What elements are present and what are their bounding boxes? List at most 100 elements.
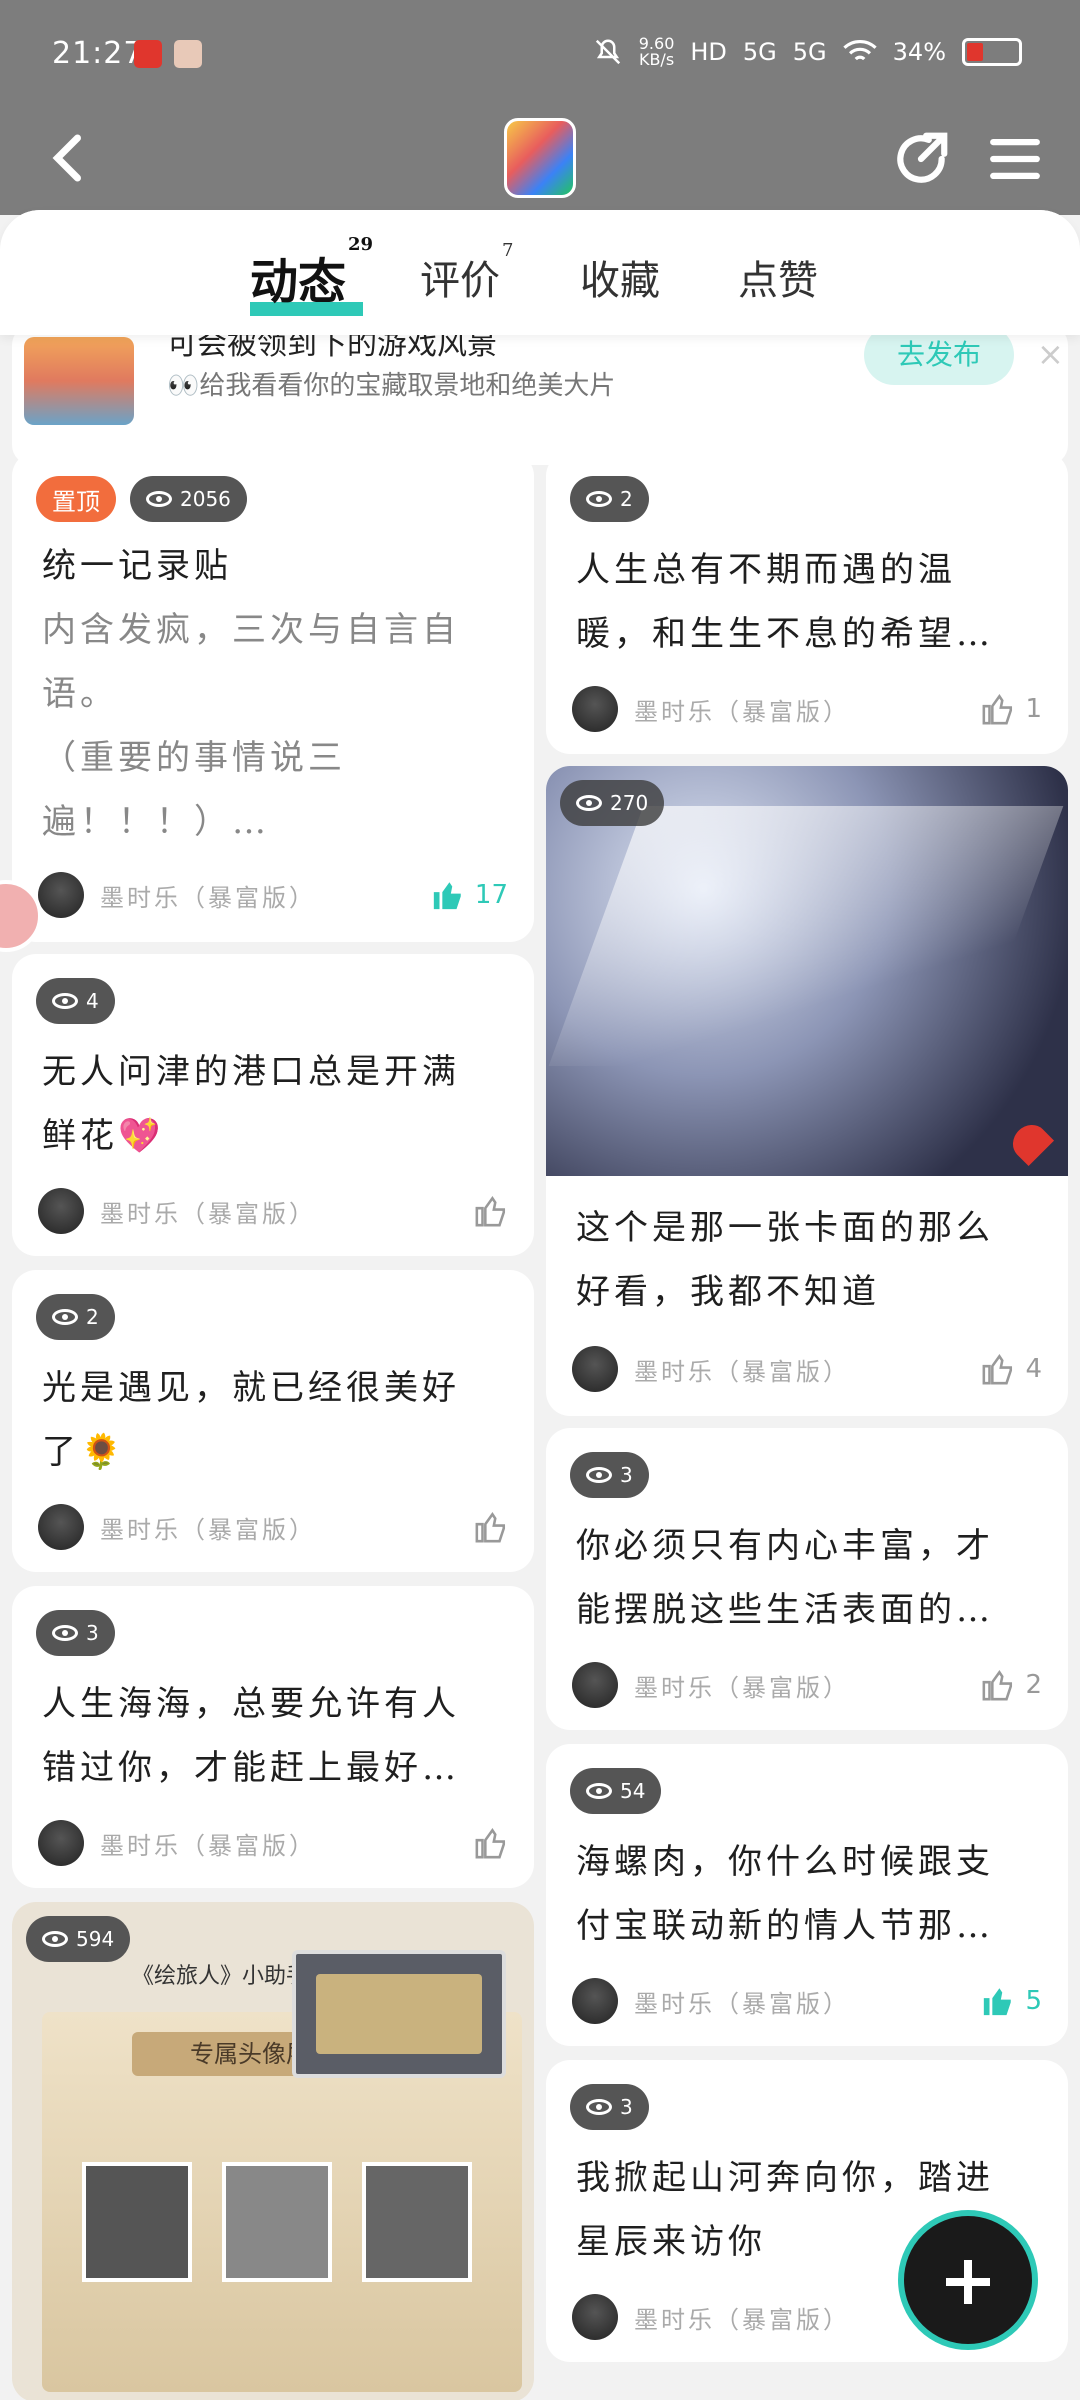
- back-icon[interactable]: [40, 128, 100, 188]
- tab-dynamics[interactable]: 动态29: [250, 234, 373, 316]
- author-name: 墨时乐（暴富版）: [634, 1989, 850, 2018]
- author-avatar[interactable]: [38, 872, 84, 918]
- author-row: 墨时乐（暴富版） 4: [572, 1344, 1042, 1394]
- publish-banner[interactable]: 可会被领到下的游戏风景 👀给我看看你的宝藏取景地和绝美大片 去发布 ×: [12, 325, 1068, 465]
- thumb-up-icon: [984, 1988, 1012, 2016]
- news-app-icon: [134, 40, 162, 68]
- eye-icon: [52, 1309, 78, 1325]
- image-post-card[interactable]: 270 这个是那一张卡面的那么 好看，我都不知道 墨时乐（暴富版） 4: [546, 766, 1068, 1416]
- author-avatar[interactable]: [38, 1188, 84, 1234]
- view-count: 3: [36, 1610, 115, 1656]
- eye-icon: [52, 993, 78, 1009]
- post-card[interactable]: 2 人生总有不期而遇的温 暖，和生生不息的希望… 墨时乐（暴富版） 1: [546, 452, 1068, 754]
- eye-icon: [576, 795, 602, 811]
- post-card[interactable]: 3 你必须只有内心丰富，才 能摆脱这些生活表面的… 墨时乐（暴富版） 2: [546, 1428, 1068, 1730]
- like-button[interactable]: [474, 1826, 508, 1860]
- author-row: 墨时乐（暴富版）: [38, 1186, 508, 1236]
- author-avatar[interactable]: [572, 1346, 618, 1392]
- post-artwork: [546, 766, 1068, 1176]
- nav-bar: [0, 110, 1080, 210]
- author-avatar[interactable]: [38, 1504, 84, 1550]
- view-count: 3: [570, 2084, 649, 2130]
- author-name: 墨时乐（暴富版）: [634, 1673, 850, 1702]
- thumb-up-icon: [475, 1196, 506, 1227]
- like-button[interactable]: [474, 1510, 508, 1544]
- battery-icon: [962, 38, 1022, 66]
- eye-icon: [586, 1467, 612, 1483]
- post-card[interactable]: 4 无人问津的港口总是开满 鲜花💖 墨时乐（暴富版）: [12, 954, 534, 1256]
- author-row: 墨时乐（暴富版） 1: [572, 684, 1042, 734]
- author-name: 墨时乐（暴富版）: [100, 1831, 316, 1860]
- author-avatar[interactable]: [572, 1978, 618, 2024]
- add-post-button[interactable]: [898, 2210, 1038, 2350]
- eye-icon: [42, 1931, 68, 1947]
- author-name: 墨时乐（暴富版）: [634, 2305, 850, 2334]
- view-count: 54: [570, 1768, 662, 1814]
- view-count: 2: [36, 1294, 115, 1340]
- author-avatar[interactable]: [38, 1820, 84, 1866]
- thumb-up-icon: [983, 694, 1013, 725]
- author-row: 墨时乐（暴富版）: [38, 1818, 508, 1868]
- character-portrait: [82, 2162, 192, 2282]
- signal-1: 5G: [742, 38, 777, 66]
- mute-icon: [595, 39, 620, 65]
- share-icon[interactable]: [890, 128, 952, 190]
- like-button[interactable]: 2: [981, 1668, 1042, 1702]
- hd-icon: HD: [690, 38, 727, 66]
- post-card[interactable]: 3 人生海海，总要允许有人 错过你，才能赶上最好… 墨时乐（暴富版）: [12, 1586, 534, 1888]
- view-count: 594: [26, 1916, 131, 1962]
- eye-icon: [52, 1625, 78, 1641]
- banner-thumbnail: [24, 337, 134, 425]
- post-text: 海螺肉，你什么时候跟支 付宝联动新的情人节那…: [576, 1842, 994, 1946]
- like-button[interactable]: 4: [981, 1352, 1042, 1386]
- author-name: 墨时乐（暴富版）: [100, 883, 316, 912]
- menu-icon[interactable]: [986, 130, 1044, 188]
- author-name: 墨时乐（暴富版）: [634, 697, 850, 726]
- thumb-up-icon: [475, 1512, 506, 1543]
- post-card[interactable]: 54 海螺肉，你什么时候跟支 付宝联动新的情人节那… 墨时乐（暴富版） 5: [546, 1744, 1068, 2046]
- author-row: 墨时乐（暴富版） 5: [572, 1976, 1042, 2026]
- author-row: 墨时乐（暴富版） 2: [572, 1660, 1042, 1710]
- profile-avatar[interactable]: [504, 118, 576, 198]
- tab-bar: 动态29 评价7 收藏 点赞: [0, 210, 1080, 335]
- banner-desc: 👀给我看看你的宝藏取景地和绝美大片: [167, 371, 616, 401]
- close-icon[interactable]: ×: [1037, 335, 1064, 373]
- author-name: 墨时乐（暴富版）: [100, 1515, 316, 1544]
- status-bar: 21:27 9.60 KB/s HD 5G 5G 34%: [0, 0, 1080, 110]
- like-button[interactable]: [474, 1194, 508, 1228]
- thumb-up-icon: [983, 1354, 1013, 1385]
- like-button[interactable]: 5: [981, 1984, 1042, 2018]
- tab-reviews[interactable]: 评价7: [420, 240, 513, 306]
- author-avatar[interactable]: [572, 1662, 618, 1708]
- signal-2: 5G: [792, 38, 827, 66]
- tab-favorites[interactable]: 收藏: [580, 248, 660, 306]
- author-avatar[interactable]: [572, 2294, 618, 2340]
- like-button[interactable]: 17: [431, 878, 508, 912]
- author-name: 墨时乐（暴富版）: [634, 1357, 850, 1386]
- like-button[interactable]: 1: [981, 692, 1042, 726]
- character-portrait: [222, 2162, 332, 2282]
- view-count: 3: [570, 1452, 649, 1498]
- eye-icon: [586, 2099, 612, 2115]
- post-text: 统一记录贴 内含发疯，三次与自言自 语。 （重要的事情说三 遍！！！）…: [42, 546, 460, 842]
- post-card[interactable]: 2 光是遇见，就已经很美好 了🌻 墨时乐（暴富版）: [12, 1270, 534, 1572]
- network-speed: 9.60 KB/s: [638, 34, 675, 69]
- thumb-up-icon: [983, 1670, 1013, 1701]
- post-text: 无人问津的港口总是开满 鲜花💖: [42, 1052, 460, 1156]
- floating-preview-image[interactable]: [292, 1950, 506, 2078]
- battery-text: 34%: [892, 38, 946, 66]
- post-text: 人生海海，总要允许有人 错过你，才能赶上最好…: [42, 1684, 460, 1788]
- top-bar: 21:27 9.60 KB/s HD 5G 5G 34%: [0, 0, 1080, 215]
- author-row: 墨时乐（暴富版） 17: [38, 870, 508, 920]
- view-count: 4: [36, 978, 115, 1024]
- wifi-icon: [843, 40, 877, 61]
- post-card[interactable]: 置顶 2056 统一记录贴 内含发疯，三次与自言自 语。 （重要的事情说三 遍！…: [12, 452, 534, 942]
- view-count: 270: [560, 780, 665, 826]
- tab-likes[interactable]: 点赞: [738, 248, 818, 306]
- heart-icon: [1005, 1117, 1055, 1167]
- status-right: 9.60 KB/s HD 5G 5G 34%: [593, 36, 1022, 68]
- post-text: 你必须只有内心丰富，才 能摆脱这些生活表面的…: [576, 1526, 994, 1630]
- author-avatar[interactable]: [572, 686, 618, 732]
- post-text: 光是遇见，就已经很美好 了🌻: [42, 1368, 460, 1472]
- eye-icon: [146, 491, 172, 507]
